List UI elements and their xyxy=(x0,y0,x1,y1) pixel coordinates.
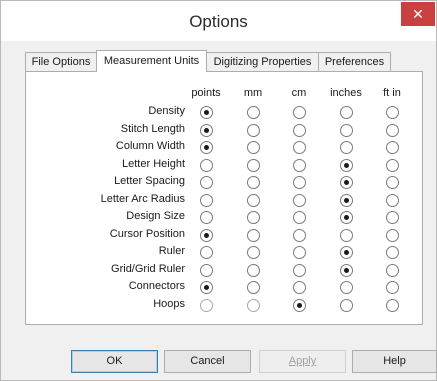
unit-radio[interactable] xyxy=(340,298,353,312)
ok-button[interactable]: OK xyxy=(71,350,158,373)
unit-radio[interactable] xyxy=(247,141,260,154)
row-label: Letter Height xyxy=(122,157,185,170)
unit-radio[interactable] xyxy=(200,158,213,172)
unit-radio[interactable] xyxy=(386,193,399,207)
measurement-units-panel xyxy=(25,71,423,325)
unit-radio[interactable] xyxy=(293,123,306,137)
unit-radio[interactable] xyxy=(293,298,306,312)
tab-measurement-units[interactable]: Measurement Units xyxy=(96,50,207,72)
unit-radio[interactable] xyxy=(200,281,213,294)
unit-radio[interactable] xyxy=(293,281,306,294)
unit-radio[interactable] xyxy=(200,263,213,277)
unit-radio[interactable] xyxy=(340,281,353,294)
tab-file-options[interactable]: File Options xyxy=(25,52,97,71)
unit-radio[interactable] xyxy=(247,246,260,259)
unit-radio[interactable] xyxy=(386,281,399,294)
row-label: Cursor Position xyxy=(109,227,185,240)
apply-label: Apply xyxy=(288,355,317,367)
unit-radio[interactable] xyxy=(200,228,213,242)
unit-radio[interactable] xyxy=(386,123,399,137)
row-label: Letter Spacing xyxy=(114,175,185,187)
unit-radio[interactable] xyxy=(247,281,260,294)
unit-radio[interactable] xyxy=(386,158,399,172)
row-label: Stitch Length xyxy=(120,122,185,135)
unit-radio[interactable] xyxy=(247,106,260,119)
unit-radio[interactable] xyxy=(340,246,353,259)
unit-radio[interactable] xyxy=(247,193,260,207)
unit-radio[interactable] xyxy=(200,176,213,189)
unit-radio[interactable] xyxy=(247,228,260,242)
unit-radio[interactable] xyxy=(293,246,306,259)
unit-radio[interactable] xyxy=(386,141,399,154)
apply-button[interactable]: Apply xyxy=(259,350,346,373)
row-label: Ruler xyxy=(158,245,185,257)
unit-radio[interactable] xyxy=(200,193,213,207)
unit-radio[interactable] xyxy=(386,298,399,312)
unit-radio[interactable] xyxy=(247,298,260,312)
unit-radio[interactable] xyxy=(293,211,306,224)
unit-radio[interactable] xyxy=(293,263,306,277)
row-label: Density xyxy=(148,105,185,117)
unit-radio[interactable] xyxy=(293,228,306,242)
unit-radio[interactable] xyxy=(293,193,306,207)
unit-radio[interactable] xyxy=(293,106,306,119)
unit-radio[interactable] xyxy=(200,298,213,312)
unit-radio[interactable] xyxy=(247,211,260,224)
cancel-button[interactable]: Cancel xyxy=(164,350,251,373)
unit-radio[interactable] xyxy=(293,158,306,172)
unit-radio[interactable] xyxy=(200,106,213,119)
unit-radio[interactable] xyxy=(340,228,353,242)
row-label: Grid/Grid Ruler xyxy=(111,262,185,275)
unit-radio[interactable] xyxy=(247,123,260,137)
column-header: points xyxy=(191,87,221,99)
unit-radio[interactable] xyxy=(386,263,399,277)
unit-radio[interactable] xyxy=(293,141,306,154)
unit-radio[interactable] xyxy=(293,176,306,189)
unit-radio[interactable] xyxy=(340,263,353,277)
title-bar: Options ✕ xyxy=(1,1,436,41)
unit-radio[interactable] xyxy=(200,123,213,137)
row-label: Column Width xyxy=(115,140,185,152)
unit-radio[interactable] xyxy=(340,193,353,207)
tab-digitizing-properties[interactable]: Digitizing Properties xyxy=(206,52,319,71)
unit-radio[interactable] xyxy=(247,263,260,277)
unit-radio[interactable] xyxy=(340,123,353,137)
column-header: ft in xyxy=(383,87,401,99)
row-label: Hoops xyxy=(153,297,185,310)
help-button[interactable]: Help xyxy=(352,350,437,373)
row-label: Connectors xyxy=(128,280,185,292)
unit-radio[interactable] xyxy=(340,176,353,189)
column-header: mm xyxy=(243,87,263,99)
unit-radio[interactable] xyxy=(247,158,260,172)
unit-radio[interactable] xyxy=(386,176,399,189)
unit-radio[interactable] xyxy=(340,158,353,172)
unit-radio[interactable] xyxy=(386,106,399,119)
unit-radio[interactable] xyxy=(386,246,399,259)
unit-radio[interactable] xyxy=(340,211,353,224)
unit-radio[interactable] xyxy=(386,228,399,242)
close-button[interactable]: ✕ xyxy=(401,2,435,26)
column-header: inches xyxy=(330,87,362,99)
unit-radio[interactable] xyxy=(200,141,213,154)
column-header: cm xyxy=(291,87,307,99)
dialog-title: Options xyxy=(189,12,248,31)
unit-radio[interactable] xyxy=(200,246,213,259)
options-dialog: Options ✕ File Options Measurement Units… xyxy=(0,0,437,381)
unit-radio[interactable] xyxy=(340,106,353,119)
unit-radio[interactable] xyxy=(247,176,260,189)
unit-radio[interactable] xyxy=(386,211,399,224)
row-label: Letter Arc Radius xyxy=(100,192,185,205)
unit-radio[interactable] xyxy=(200,211,213,224)
tab-preferences[interactable]: Preferences xyxy=(318,52,391,71)
unit-radio[interactable] xyxy=(340,141,353,154)
close-icon: ✕ xyxy=(412,6,424,22)
row-label: Design Size xyxy=(126,210,185,222)
